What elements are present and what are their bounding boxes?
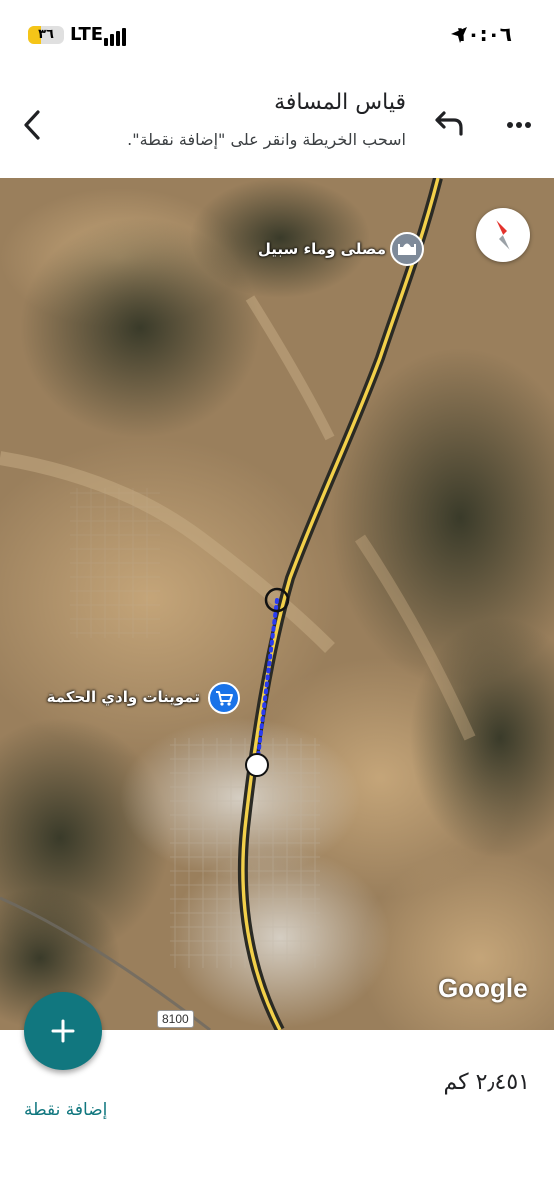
add-point-fab[interactable] (24, 992, 102, 1070)
compass-button[interactable] (476, 208, 530, 262)
measured-distance: ٢٫٤٥١ كم (443, 1070, 530, 1095)
app-header: قياس المسافة اسحب الخريطة وانقر على "إضا… (0, 70, 554, 178)
add-point-link[interactable]: إضافة نقطة (24, 1100, 107, 1120)
signal-icon (104, 28, 126, 46)
road-number-shield: 8100 (157, 1010, 194, 1028)
battery-level: ٣٦ (38, 27, 54, 42)
compass-icon (495, 219, 511, 251)
shopping-cart-icon (216, 691, 233, 706)
undo-icon (435, 111, 463, 136)
measure-point-end[interactable] (245, 753, 269, 777)
page-title: قياس المسافة (274, 90, 406, 115)
status-time: ١٠:٠٦ (455, 22, 512, 46)
mosque-poi[interactable] (390, 232, 424, 266)
mosque-poi-label[interactable]: مصلى وماء سبيل (258, 240, 386, 258)
page-subtitle: اسحب الخريطة وانقر على "إضافة نقطة". (127, 130, 406, 149)
battery-indicator: ٣٦ (28, 26, 64, 44)
status-bar: ٣٦ LTE ١٠:٠٦ (0, 0, 554, 70)
shop-poi[interactable] (208, 682, 240, 714)
map-imagery (0, 178, 554, 1030)
more-vert-icon (507, 122, 531, 128)
more-options-button[interactable] (502, 110, 536, 140)
shop-poi-label[interactable]: تموينات وادي الحكمة (47, 688, 200, 706)
plus-icon (51, 1019, 75, 1043)
network-type: LTE (70, 24, 104, 45)
satellite-map[interactable]: مصلى وماء سبيل تموينات وادي الحكمة 8100 … (0, 178, 554, 1030)
mosque-icon (398, 243, 416, 255)
google-logo: Google (438, 973, 528, 1003)
back-button[interactable] (18, 108, 48, 142)
undo-button[interactable] (430, 108, 464, 142)
bottom-panel: ٢٫٤٥١ كم إضافة نقطة (0, 992, 554, 1200)
